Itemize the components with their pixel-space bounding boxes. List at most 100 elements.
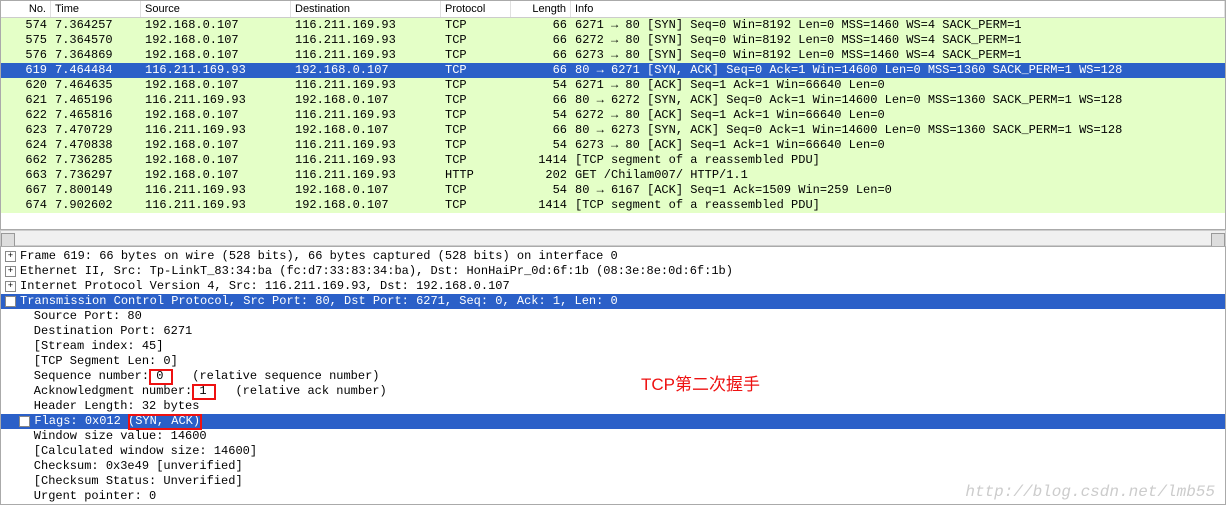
- detail-hdrlen[interactable]: Header Length: 32 bytes: [1, 399, 1225, 414]
- cell-time: 7.800149: [51, 183, 141, 198]
- minus-icon[interactable]: −: [5, 296, 16, 307]
- cell-prot: TCP: [441, 63, 511, 78]
- cell-no: 622: [1, 108, 51, 123]
- cell-no: 624: [1, 138, 51, 153]
- detail-seglen[interactable]: [TCP Segment Len: 0]: [1, 354, 1225, 369]
- packet-row[interactable]: 5767.364869192.168.0.107116.211.169.93TC…: [1, 48, 1225, 63]
- cell-no: 662: [1, 153, 51, 168]
- plus-icon[interactable]: +: [5, 251, 16, 262]
- detail-chksum[interactable]: Checksum: 0x3e49 [unverified]: [1, 459, 1225, 474]
- packet-row[interactable]: 6217.465196116.211.169.93192.168.0.107TC…: [1, 93, 1225, 108]
- cell-time: 7.736285: [51, 153, 141, 168]
- packet-row[interactable]: 6237.470729116.211.169.93192.168.0.107TC…: [1, 123, 1225, 138]
- plus-icon[interactable]: +: [19, 416, 30, 427]
- col-prot[interactable]: Protocol: [441, 1, 511, 17]
- packet-row[interactable]: 6677.800149116.211.169.93192.168.0.107TC…: [1, 183, 1225, 198]
- col-dst[interactable]: Destination: [291, 1, 441, 17]
- cell-time: 7.364869: [51, 48, 141, 63]
- cell-no: 667: [1, 183, 51, 198]
- detail-chkstat[interactable]: [Checksum Status: Unverified]: [1, 474, 1225, 489]
- packet-details-pane[interactable]: +Frame 619: 66 bytes on wire (528 bits),…: [0, 246, 1226, 505]
- detail-urgptr[interactable]: Urgent pointer: 0: [1, 489, 1225, 504]
- cell-time: 7.464484: [51, 63, 141, 78]
- detail-calcwin[interactable]: [Calculated window size: 14600]: [1, 444, 1225, 459]
- detail-seqnum[interactable]: Sequence number: 0 (relative sequence nu…: [1, 369, 1225, 384]
- col-len[interactable]: Length: [511, 1, 571, 17]
- cell-info: [TCP segment of a reassembled PDU]: [571, 153, 1225, 168]
- packet-list-header[interactable]: No. Time Source Destination Protocol Len…: [1, 1, 1225, 18]
- packet-list-pane[interactable]: No. Time Source Destination Protocol Len…: [0, 0, 1226, 230]
- cell-dst: 116.211.169.93: [291, 18, 441, 33]
- cell-src: 116.211.169.93: [141, 93, 291, 108]
- cell-src: 192.168.0.107: [141, 108, 291, 123]
- packet-row[interactable]: 6247.470838192.168.0.107116.211.169.93TC…: [1, 138, 1225, 153]
- cell-len: 66: [511, 93, 571, 108]
- cell-time: 7.736297: [51, 168, 141, 183]
- detail-acknum[interactable]: Acknowledgment number: 1 (relative ack n…: [1, 384, 1225, 399]
- cell-time: 7.364257: [51, 18, 141, 33]
- detail-srcport[interactable]: Source Port: 80: [1, 309, 1225, 324]
- cell-len: 66: [511, 48, 571, 63]
- detail-ethernet[interactable]: +Ethernet II, Src: Tp-LinkT_83:34:ba (fc…: [1, 264, 1225, 279]
- cell-time: 7.470838: [51, 138, 141, 153]
- cell-src: 116.211.169.93: [141, 63, 291, 78]
- packet-row[interactable]: 5747.364257192.168.0.107116.211.169.93TC…: [1, 18, 1225, 33]
- packet-row[interactable]: 6637.736297192.168.0.107116.211.169.93HT…: [1, 168, 1225, 183]
- detail-dstport[interactable]: Destination Port: 6271: [1, 324, 1225, 339]
- col-time[interactable]: Time: [51, 1, 141, 17]
- cell-no: 576: [1, 48, 51, 63]
- detail-stream[interactable]: [Stream index: 45]: [1, 339, 1225, 354]
- plus-icon[interactable]: +: [5, 281, 16, 292]
- cell-prot: TCP: [441, 33, 511, 48]
- detail-frame[interactable]: +Frame 619: 66 bytes on wire (528 bits),…: [1, 249, 1225, 264]
- detail-flags[interactable]: +Flags: 0x012 (SYN, ACK): [1, 414, 1225, 429]
- cell-dst: 192.168.0.107: [291, 93, 441, 108]
- horizontal-scrollbar[interactable]: [0, 230, 1226, 246]
- cell-info: 80 → 6273 [SYN, ACK] Seq=0 Ack=1 Win=146…: [571, 123, 1225, 138]
- cell-time: 7.470729: [51, 123, 141, 138]
- annotation-text: TCP第二次握手: [641, 377, 760, 392]
- cell-info: 6271 → 80 [SYN] Seq=0 Win=8192 Len=0 MSS…: [571, 18, 1225, 33]
- cell-prot: TCP: [441, 183, 511, 198]
- cell-src: 192.168.0.107: [141, 48, 291, 63]
- plus-icon[interactable]: +: [5, 266, 16, 277]
- cell-info: GET /Chilam007/ HTTP/1.1: [571, 168, 1225, 183]
- cell-src: 192.168.0.107: [141, 153, 291, 168]
- cell-dst: 192.168.0.107: [291, 183, 441, 198]
- cell-len: 66: [511, 63, 571, 78]
- detail-tcp[interactable]: −Transmission Control Protocol, Src Port…: [1, 294, 1225, 309]
- cell-prot: TCP: [441, 198, 511, 213]
- cell-prot: TCP: [441, 93, 511, 108]
- packet-row[interactable]: 5757.364570192.168.0.107116.211.169.93TC…: [1, 33, 1225, 48]
- col-src[interactable]: Source: [141, 1, 291, 17]
- cell-prot: TCP: [441, 108, 511, 123]
- cell-len: 202: [511, 168, 571, 183]
- cell-len: 66: [511, 33, 571, 48]
- packet-row[interactable]: 6627.736285192.168.0.107116.211.169.93TC…: [1, 153, 1225, 168]
- col-info[interactable]: Info: [571, 1, 1225, 17]
- cell-info: 6273 → 80 [ACK] Seq=1 Ack=1 Win=66640 Le…: [571, 138, 1225, 153]
- packet-row[interactable]: 6197.464484116.211.169.93192.168.0.107TC…: [1, 63, 1225, 78]
- cell-len: 54: [511, 138, 571, 153]
- cell-no: 621: [1, 93, 51, 108]
- cell-dst: 116.211.169.93: [291, 108, 441, 123]
- cell-dst: 116.211.169.93: [291, 33, 441, 48]
- cell-prot: HTTP: [441, 168, 511, 183]
- detail-ip[interactable]: +Internet Protocol Version 4, Src: 116.2…: [1, 279, 1225, 294]
- packet-row[interactable]: 6227.465816192.168.0.107116.211.169.93TC…: [1, 108, 1225, 123]
- cell-no: 620: [1, 78, 51, 93]
- cell-src: 116.211.169.93: [141, 198, 291, 213]
- cell-info: [TCP segment of a reassembled PDU]: [571, 198, 1225, 213]
- cell-len: 66: [511, 123, 571, 138]
- cell-time: 7.465816: [51, 108, 141, 123]
- packet-row[interactable]: 6747.902602116.211.169.93192.168.0.107TC…: [1, 198, 1225, 213]
- cell-info: 6273 → 80 [SYN] Seq=0 Win=8192 Len=0 MSS…: [571, 48, 1225, 63]
- cell-info: 6272 → 80 [ACK] Seq=1 Ack=1 Win=66640 Le…: [571, 108, 1225, 123]
- packet-row[interactable]: 6207.464635192.168.0.107116.211.169.93TC…: [1, 78, 1225, 93]
- cell-len: 66: [511, 18, 571, 33]
- cell-src: 192.168.0.107: [141, 138, 291, 153]
- detail-winsize[interactable]: Window size value: 14600: [1, 429, 1225, 444]
- col-no[interactable]: No.: [1, 1, 51, 17]
- cell-info: 6272 → 80 [SYN] Seq=0 Win=8192 Len=0 MSS…: [571, 33, 1225, 48]
- cell-info: 6271 → 80 [ACK] Seq=1 Ack=1 Win=66640 Le…: [571, 78, 1225, 93]
